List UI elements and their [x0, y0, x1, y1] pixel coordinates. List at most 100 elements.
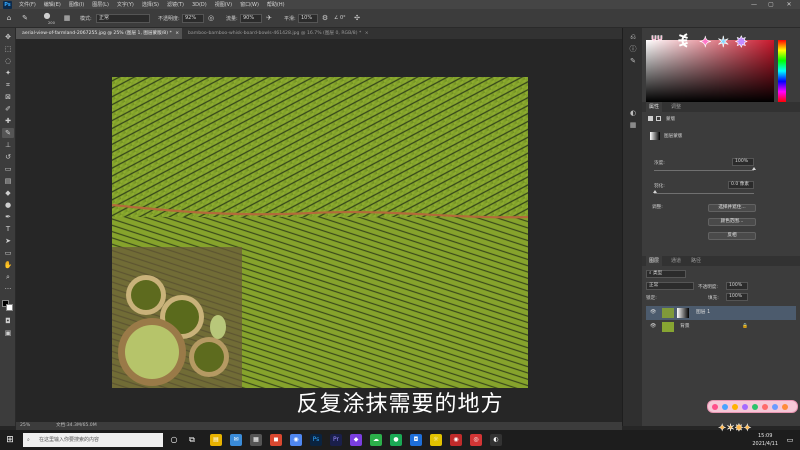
quick-select-tool-icon[interactable]: ✦	[2, 68, 14, 78]
pressure-opacity-icon[interactable]: ◎	[206, 13, 216, 23]
density-slider[interactable]	[654, 170, 754, 171]
fill-field[interactable]: 100%	[726, 293, 748, 301]
menu-select[interactable]: 选择(S)	[138, 1, 163, 8]
layer-row-background[interactable]: 👁 背景 🔒	[646, 320, 796, 334]
layer-kind-filter[interactable]: ⌕ 类型	[646, 270, 686, 278]
tab-close-icon[interactable]: ×	[175, 31, 179, 36]
menu-image[interactable]: 图像(I)	[65, 1, 88, 8]
feather-field[interactable]: 0.0 像素	[728, 181, 754, 189]
brush-panel-icon[interactable]: ✎	[627, 56, 639, 66]
app-green-icon[interactable]: ●	[390, 434, 402, 446]
windows-start-icon[interactable]: ⊞	[4, 434, 16, 446]
menu-window[interactable]: 窗口(W)	[236, 1, 263, 8]
history-brush-tool-icon[interactable]: ↺	[2, 152, 14, 162]
blue2-dot-icon[interactable]	[772, 404, 778, 410]
more-tools-icon[interactable]: ···	[2, 284, 14, 294]
tab-farmland[interactable]: aerial-view-of-farmland-2067255.jpg @ 25…	[16, 28, 182, 39]
crop-tool-icon[interactable]: ⌗	[2, 80, 14, 90]
visibility-eye-icon[interactable]: 👁	[650, 306, 656, 320]
calculator-icon[interactable]: ▦	[250, 434, 262, 446]
path-select-tool-icon[interactable]: ➤	[2, 236, 14, 246]
green-dot-icon[interactable]	[752, 404, 758, 410]
menu-file[interactable]: 文件(F)	[15, 1, 40, 8]
minimize-button[interactable]: —	[746, 0, 762, 9]
wechat-icon[interactable]: ☁	[370, 434, 382, 446]
menu-edit[interactable]: 编辑(E)	[40, 1, 65, 8]
menu-type[interactable]: 文字(Y)	[113, 1, 138, 8]
document-image[interactable]	[112, 77, 528, 388]
app-red3-icon[interactable]: ◎	[470, 434, 482, 446]
app-yellow-icon[interactable]: ☼	[430, 434, 442, 446]
blend-mode-select[interactable]: 正常	[646, 282, 694, 290]
dodge-tool-icon[interactable]: ●	[2, 200, 14, 210]
taskbar-search-input[interactable]: ⌕ 在这里输入你要搜索的内容	[23, 433, 163, 447]
marquee-tool-icon[interactable]: ⬚	[2, 44, 14, 54]
layer-opacity-field[interactable]: 100%	[726, 282, 748, 290]
pen-tool-icon[interactable]: ✒	[2, 212, 14, 222]
maximize-button[interactable]: ▢	[763, 0, 779, 9]
zoom-readout[interactable]: 25%	[20, 422, 30, 430]
styles-panel-icon[interactable]: ▦	[627, 120, 639, 130]
app-dark-icon[interactable]: ◐	[490, 434, 502, 446]
lasso-tool-icon[interactable]: ◌	[2, 56, 14, 66]
orange-dot-icon[interactable]	[782, 404, 788, 410]
blue-dot-icon[interactable]	[722, 404, 728, 410]
symmetry-icon[interactable]: ✣	[352, 13, 362, 23]
smoothing-field[interactable]: 10%	[298, 14, 318, 23]
clone-stamp-tool-icon[interactable]: ⊥	[2, 140, 14, 150]
doc-size-readout[interactable]: 文档:34.3M/65.0M	[56, 422, 97, 430]
type-tool-icon[interactable]: T	[2, 224, 14, 234]
menu-help[interactable]: 帮助(H)	[263, 1, 289, 8]
floating-toolbar[interactable]	[707, 400, 798, 413]
density-field[interactable]: 100%	[732, 158, 754, 166]
history-panel-icon[interactable]: ⎌	[627, 32, 639, 42]
opacity-field[interactable]: 92%	[182, 14, 204, 23]
brush-preset-icon[interactable]: ●	[42, 11, 52, 21]
tab-channels[interactable]: 通道	[668, 256, 684, 266]
angle-icon[interactable]: ∠	[334, 15, 338, 21]
invert-button[interactable]: 反相	[708, 232, 756, 240]
gradient-tool-icon[interactable]: ▤	[2, 176, 14, 186]
tab-properties[interactable]: 属性	[646, 102, 663, 112]
tab-bamboo[interactable]: bamboo-bamboo-whisk-board-bowls-461428.j…	[182, 28, 372, 39]
tab-paths[interactable]: 路径	[688, 256, 704, 266]
cortana-icon[interactable]: ○	[168, 434, 180, 446]
task-view-icon[interactable]: ⧉	[186, 434, 198, 446]
chrome-icon[interactable]: ◉	[290, 434, 302, 446]
feather-slider-thumb[interactable]	[653, 190, 657, 193]
menu-3d[interactable]: 3D(D)	[188, 2, 211, 8]
quick-mask-icon[interactable]: ◘	[2, 316, 14, 326]
smoothing-options-icon[interactable]: ⚙	[320, 13, 330, 23]
hue-slider[interactable]	[778, 40, 786, 102]
pixel-mask-icon[interactable]	[648, 116, 653, 121]
tab-adjustments[interactable]: 调整	[668, 102, 684, 112]
angle-value[interactable]: 0°	[340, 15, 346, 21]
eyedropper-tool-icon[interactable]: ✐	[2, 104, 14, 114]
frame-tool-icon[interactable]: ⊠	[2, 92, 14, 102]
brush-tool-icon[interactable]: ✎	[20, 13, 30, 23]
background-color-swatch[interactable]	[6, 304, 13, 311]
blur-tool-icon[interactable]: ◆	[2, 188, 14, 198]
vector-mask-icon[interactable]	[656, 116, 661, 121]
red-dot-icon[interactable]	[762, 404, 768, 410]
menu-view[interactable]: 视图(V)	[211, 1, 236, 8]
layer-mask-thumbnail[interactable]	[677, 308, 689, 318]
app-red-icon[interactable]: ◼	[270, 434, 282, 446]
app-red2-icon[interactable]: ◉	[450, 434, 462, 446]
feather-slider[interactable]	[654, 193, 754, 194]
home-icon[interactable]: ⌂	[4, 13, 14, 23]
tab-layers[interactable]: 图层	[646, 256, 663, 266]
pink-dot-icon[interactable]	[712, 404, 718, 410]
app-purple-icon[interactable]: ◆	[350, 434, 362, 446]
menu-filter[interactable]: 滤镜(T)	[163, 1, 188, 8]
density-slider-thumb[interactable]	[752, 167, 756, 170]
visibility-eye-icon[interactable]: 👁	[650, 320, 656, 334]
hand-tool-icon[interactable]: ✋	[2, 260, 14, 270]
color-range-button[interactable]: 颜色范围...	[708, 218, 756, 226]
adjustments-panel-icon[interactable]: ◐	[627, 108, 639, 118]
info-panel-icon[interactable]: ⓘ	[627, 44, 639, 54]
mode-select[interactable]: 正常	[96, 14, 150, 23]
rectangle-tool-icon[interactable]: ▭	[2, 248, 14, 258]
tab-close-icon[interactable]: ×	[365, 31, 369, 36]
yellow-dot-icon[interactable]	[732, 404, 738, 410]
